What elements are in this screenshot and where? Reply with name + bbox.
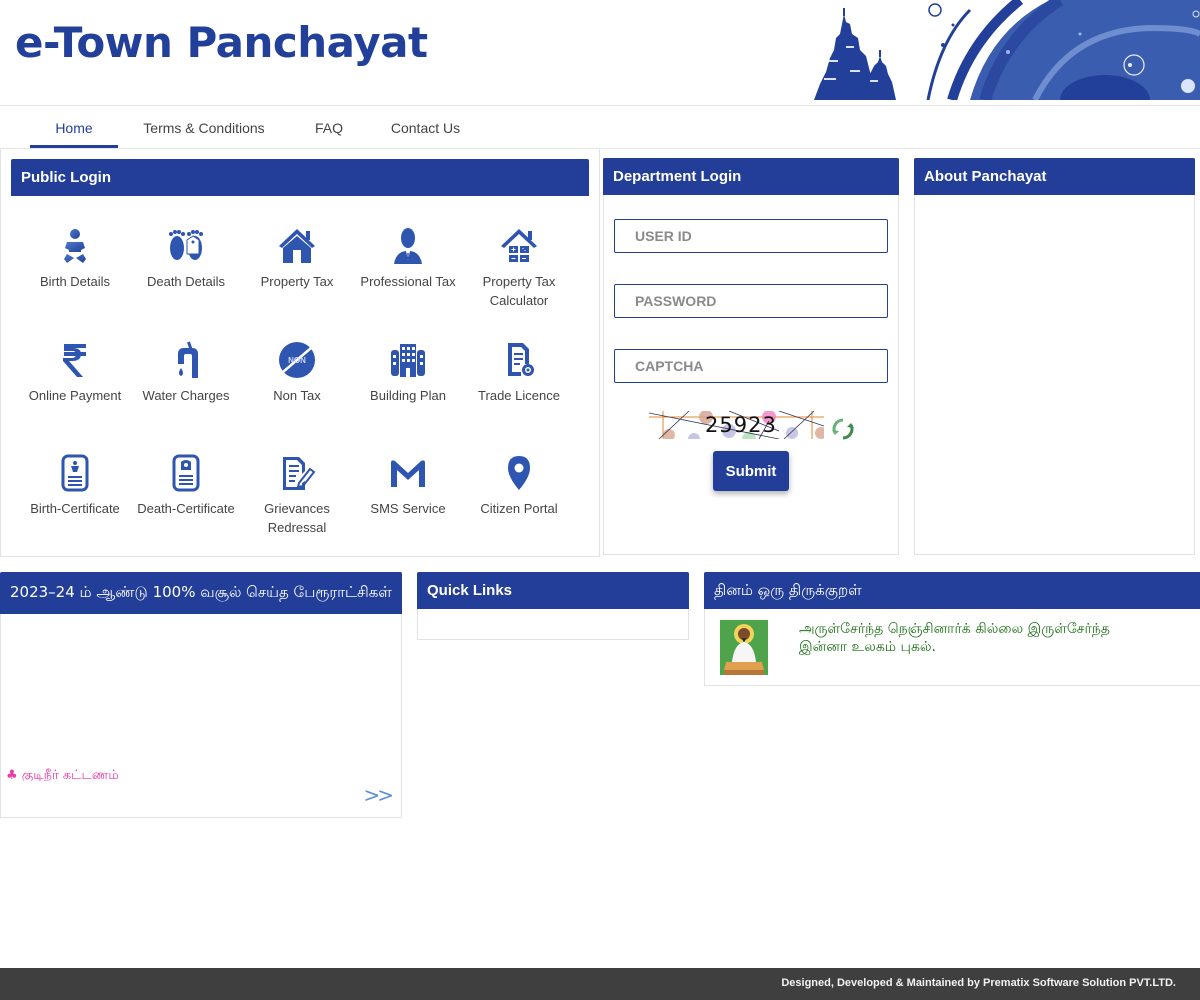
department-login-title: Department Login: [603, 158, 899, 195]
service-grievances-redressal[interactable]: Grievances Redressal: [247, 453, 347, 537]
nav-faq[interactable]: FAQ: [298, 107, 360, 148]
service-birth-certificate[interactable]: Birth-Certificate: [25, 453, 125, 518]
birth-certificate-icon: [61, 454, 89, 492]
sms-m-icon: [391, 460, 425, 487]
about-panchayat-title: About Panchayat: [914, 158, 1195, 195]
service-label: Non Tax: [273, 388, 321, 403]
service-property-tax-calculator[interactable]: Property Tax Calculator: [469, 226, 569, 310]
nav-home[interactable]: Home: [30, 107, 118, 148]
captcha-image: 25923: [649, 411, 824, 439]
captcha-input[interactable]: [614, 349, 888, 383]
kural-line-2: இன்னா உலகம் புகல்.: [799, 639, 936, 655]
grievance-document-icon: [283, 457, 316, 490]
service-trade-licence[interactable]: Trade Licence: [469, 340, 569, 405]
full-collection-title: 2023–24 ம் ஆண்டு 100% வசூல் செய்த பேரூரா…: [0, 572, 402, 614]
public-login-title: Public Login: [11, 159, 589, 196]
service-label: Death-Certificate: [137, 501, 235, 516]
professional-person-icon: [394, 228, 422, 264]
building-icon: [391, 344, 425, 377]
service-death-certificate[interactable]: Death-Certificate: [136, 453, 236, 518]
quick-links-title: Quick Links: [417, 572, 689, 609]
footer-credit: Designed, Developed & Maintained by Prem…: [781, 977, 1176, 989]
thirukkural-panel: தினம் ஒரு திருக்குறள் அருள்சேர்ந்த நெஞ்ச…: [704, 572, 1200, 686]
public-login-panel: Public Login Birth Details Death Details…: [0, 149, 600, 557]
password-input[interactable]: [614, 284, 888, 318]
rupee-icon: [63, 344, 86, 377]
site-footer: Designed, Developed & Maintained by Prem…: [0, 968, 1200, 1000]
thiruvalluvar-image: [720, 620, 768, 675]
house-icon: [279, 229, 315, 263]
captcha-code: 25923: [705, 413, 777, 437]
site-title: e-Town Panchayat: [15, 18, 428, 67]
service-label: Property Tax: [260, 274, 334, 289]
nav-terms-conditions[interactable]: Terms & Conditions: [128, 107, 280, 148]
service-non-tax[interactable]: NON Non Tax: [247, 340, 347, 405]
more-link[interactable]: >>: [363, 783, 393, 807]
service-label: Professional Tax: [360, 274, 456, 289]
service-label: Online Payment: [28, 388, 122, 403]
service-citizen-portal[interactable]: Citizen Portal: [469, 453, 569, 518]
service-online-payment[interactable]: Online Payment: [25, 340, 125, 405]
service-label: Building Plan: [370, 388, 446, 403]
svg-text:NON: NON: [288, 356, 306, 365]
temple-banner-image: [814, 0, 1200, 100]
quick-links-panel: Quick Links: [417, 572, 689, 640]
water-tap-icon: [178, 341, 198, 378]
service-label: Property Tax Calculator: [482, 274, 556, 308]
service-sms-service[interactable]: SMS Service: [358, 453, 458, 518]
thirukkural-title: தினம் ஒரு திருக்குறள்: [704, 572, 1200, 609]
baby-icon: [64, 229, 86, 263]
nav-contact-us[interactable]: Contact Us: [378, 107, 473, 148]
licence-document-icon: [508, 343, 534, 376]
user-id-input[interactable]: [614, 219, 888, 253]
main-nav: Home Terms & Conditions FAQ Contact Us: [0, 107, 1200, 149]
location-pin-icon: [508, 456, 530, 490]
service-label: Death Details: [146, 274, 226, 289]
kural-line-1: அருள்சேர்ந்த நெஞ்சினார்க் கில்லை இருள்சே…: [799, 621, 1110, 637]
death-certificate-icon: [172, 454, 200, 492]
house-calculator-icon: [501, 229, 537, 262]
non-tax-icon: NON: [279, 342, 315, 378]
department-login-panel: Department Login 25923: [603, 158, 899, 555]
service-property-tax[interactable]: Property Tax: [247, 226, 347, 291]
service-label: Grievances Redressal: [264, 501, 330, 535]
site-header: e-Town Panchayat: [0, 0, 1200, 106]
footprints-tag-icon: [169, 230, 203, 260]
service-label: Citizen Portal: [480, 501, 558, 516]
refresh-captcha-icon[interactable]: [830, 416, 856, 442]
service-label: SMS Service: [370, 501, 446, 516]
service-birth-details[interactable]: Birth Details: [25, 226, 125, 291]
service-professional-tax[interactable]: Professional Tax: [358, 226, 458, 291]
service-water-charges[interactable]: Water Charges: [136, 340, 236, 405]
about-panchayat-panel: About Panchayat: [914, 158, 1195, 555]
scrolling-panchayat-list: ♣ குடிநீர் கட்டணம்: [6, 768, 119, 781]
service-death-details[interactable]: Death Details: [136, 226, 236, 291]
full-collection-panel: 2023–24 ம் ஆண்டு 100% வசூல் செய்த பேரூரா…: [0, 572, 402, 818]
service-label: Birth-Certificate: [30, 501, 120, 516]
submit-button[interactable]: Submit: [713, 451, 789, 491]
service-label: Water Charges: [142, 388, 230, 403]
service-label: Trade Licence: [478, 388, 560, 403]
service-building-plan[interactable]: Building Plan: [358, 340, 458, 405]
thirukkural-text: அருள்சேர்ந்த நெஞ்சினார்க் கில்லை இருள்சே…: [799, 620, 1110, 656]
service-label: Birth Details: [39, 274, 111, 289]
